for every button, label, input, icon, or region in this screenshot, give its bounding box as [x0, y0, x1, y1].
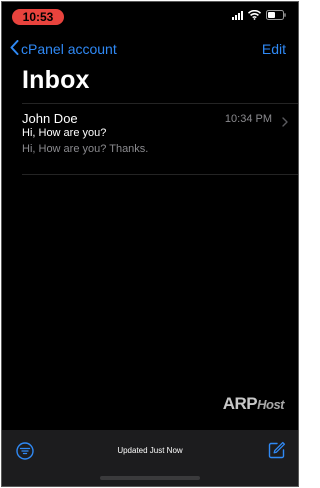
watermark-brand: ARP: [222, 394, 258, 413]
message-sender: John Doe: [22, 111, 78, 126]
status-time[interactable]: 10:53: [12, 9, 64, 25]
message-row[interactable]: John Doe 10:34 PM Hi, How are you? Hi, H…: [2, 106, 298, 174]
home-indicator[interactable]: [100, 476, 200, 480]
status-bar: 10:53: [2, 8, 298, 28]
battery-icon: [266, 10, 286, 20]
signal-icon: [232, 10, 243, 20]
update-status: Updated Just Now: [117, 446, 183, 455]
compose-icon: [268, 441, 286, 459]
watermark-suffix: Host: [257, 397, 284, 412]
back-button[interactable]: cPanel account: [10, 40, 117, 58]
status-icons: [232, 10, 286, 20]
compose-button[interactable]: [268, 441, 286, 464]
message-divider: [22, 174, 298, 175]
message-time: 10:34 PM: [224, 113, 272, 125]
message-preview: Hi, How are you? Thanks.: [22, 143, 149, 155]
chevron-left-icon: [10, 40, 19, 58]
header-divider: [22, 103, 298, 104]
watermark-logo: ARPHost: [222, 394, 285, 414]
wifi-icon: [248, 10, 261, 20]
bottom-toolbar: Updated Just Now: [2, 430, 298, 486]
page-title: Inbox: [22, 66, 90, 94]
edit-button[interactable]: Edit: [262, 41, 286, 57]
nav-bar: cPanel account Edit: [2, 40, 298, 60]
chevron-right-icon: [282, 114, 288, 132]
back-button-label: cPanel account: [21, 41, 117, 57]
phone-screen: 10:53 cPanel account Edit Inbox John Doe…: [1, 1, 299, 487]
message-subject: Hi, How are you?: [22, 127, 107, 139]
